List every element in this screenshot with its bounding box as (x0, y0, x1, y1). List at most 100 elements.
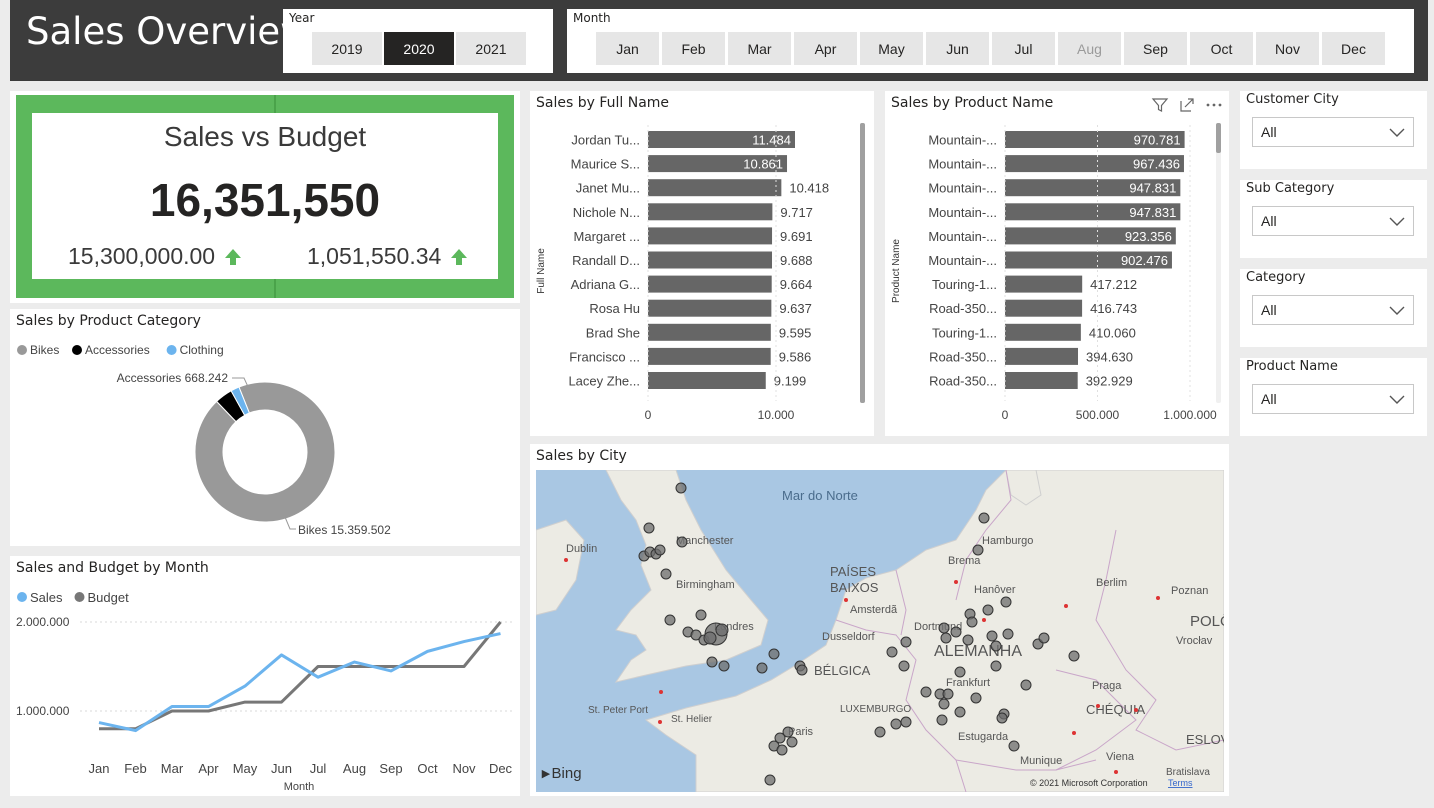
bar[interactable] (648, 227, 773, 245)
city-bubble[interactable] (886, 646, 898, 658)
city-bubble[interactable] (660, 568, 672, 580)
city-bubble[interactable] (982, 604, 994, 616)
month-tile-nov[interactable]: Nov (1256, 32, 1319, 65)
year-tile-2019[interactable]: 2019 (312, 32, 382, 65)
map[interactable]: Mar do NorteDublinManchesterBirminghamLo… (536, 470, 1224, 792)
scrollbar[interactable] (1216, 123, 1221, 403)
city-bubble[interactable] (990, 640, 1002, 652)
city-bubble[interactable] (970, 692, 982, 704)
city-bubble[interactable] (978, 512, 990, 524)
city-bubble[interactable] (768, 648, 780, 660)
year-tile-2020[interactable]: 2020 (384, 32, 454, 65)
month-tile-jul[interactable]: Jul (992, 32, 1055, 65)
bar[interactable] (1005, 275, 1083, 293)
sales-by-city-visual[interactable]: Sales by City Mar do Norte Dublin Manchest… (530, 444, 1229, 796)
city-bubble[interactable] (942, 688, 954, 700)
bar[interactable] (648, 275, 772, 293)
bar[interactable] (648, 251, 773, 269)
filter-dropdown[interactable]: All (1252, 117, 1414, 147)
city-bubble[interactable] (938, 698, 950, 710)
filter-dropdown[interactable]: All (1252, 206, 1414, 236)
city-bubble[interactable] (664, 614, 676, 626)
bar[interactable] (648, 323, 771, 341)
city-bubble[interactable] (786, 736, 798, 748)
year-tile-2021[interactable]: 2021 (456, 32, 526, 65)
city-bubble[interactable] (782, 726, 794, 738)
month-tile-sep[interactable]: Sep (1124, 32, 1187, 65)
city-bubble[interactable] (643, 522, 655, 534)
city-bubble[interactable] (706, 656, 718, 668)
bar[interactable] (1005, 299, 1083, 317)
city-bubble[interactable] (764, 774, 776, 786)
city-bubble[interactable] (718, 660, 730, 672)
bar[interactable] (648, 299, 772, 317)
city-bubble[interactable] (966, 616, 978, 628)
bar[interactable] (1005, 372, 1078, 389)
month-tile-aug[interactable]: Aug (1058, 32, 1121, 65)
city-bubble[interactable] (796, 664, 808, 676)
scrollbar-thumb[interactable] (1216, 123, 1221, 153)
bar[interactable] (648, 203, 773, 221)
city-bubble[interactable] (715, 623, 729, 637)
city-bubble[interactable] (900, 636, 912, 648)
month-tile-jun[interactable]: Jun (926, 32, 989, 65)
city-bubble[interactable] (675, 482, 687, 494)
filter-dropdown[interactable]: All (1252, 295, 1414, 325)
city-bubble[interactable] (874, 726, 886, 738)
month-tile-feb[interactable]: Feb (662, 32, 725, 65)
legend-item[interactable]: Clothing (180, 343, 224, 357)
city-bubble[interactable] (938, 622, 950, 634)
city-bubble[interactable] (986, 630, 998, 642)
bar[interactable] (648, 179, 782, 197)
month-tile-mar[interactable]: Mar (728, 32, 791, 65)
city-bubble[interactable] (954, 706, 966, 718)
city-bubble[interactable] (776, 744, 788, 756)
city-bubble[interactable] (990, 660, 1002, 672)
city-bubble[interactable] (900, 716, 912, 728)
legend-item[interactable]: Budget (88, 590, 130, 605)
bar[interactable] (1005, 347, 1079, 365)
city-bubble[interactable] (1002, 628, 1014, 640)
city-bubble[interactable] (890, 718, 902, 730)
sales-by-category-visual[interactable]: Sales by Product Category Bikes Accessori… (10, 309, 520, 546)
city-bubble[interactable] (1038, 632, 1050, 644)
city-bubble[interactable] (1068, 650, 1080, 662)
donut-slice[interactable] (194, 381, 336, 523)
bar[interactable] (648, 347, 771, 365)
city-bubble[interactable] (676, 536, 688, 548)
city-bubble[interactable] (962, 634, 974, 646)
bar[interactable] (648, 372, 766, 389)
city-bubble[interactable] (654, 544, 666, 556)
city-bubble[interactable] (940, 632, 952, 644)
city-bubble[interactable] (695, 609, 707, 621)
month-tile-oct[interactable]: Oct (1190, 32, 1253, 65)
city-bubble[interactable] (996, 712, 1008, 724)
city-bubble[interactable] (954, 666, 966, 678)
filter-dropdown[interactable]: All (1252, 384, 1414, 414)
city-bubble[interactable] (1000, 596, 1012, 608)
legend-item[interactable]: Accessories (85, 343, 150, 357)
series-line-budget[interactable] (99, 621, 502, 731)
legend-item[interactable]: Bikes (30, 343, 59, 357)
city-bubble[interactable] (898, 660, 910, 672)
city-bubble[interactable] (1008, 740, 1020, 752)
map-terms-link[interactable]: Terms (1168, 778, 1193, 788)
sales-budget-month-visual[interactable]: Sales and Budget by Month Sales Budget 1.0… (10, 556, 520, 796)
month-tile-apr[interactable]: Apr (794, 32, 857, 65)
city-bubble[interactable] (936, 714, 948, 726)
city-bubble[interactable] (756, 662, 768, 674)
month-tile-dec[interactable]: Dec (1322, 32, 1385, 65)
month-tile-may[interactable]: May (860, 32, 923, 65)
city-bubble[interactable] (972, 544, 984, 556)
scrollbar-thumb[interactable] (860, 123, 865, 403)
city-bubble[interactable] (920, 686, 932, 698)
sales-by-product-visual[interactable]: Sales by Product Name Product Name Mounta… (885, 91, 1229, 436)
series-line-sales[interactable] (98, 632, 501, 733)
city-bubble[interactable] (950, 626, 962, 638)
sales-by-fullname-visual[interactable]: Sales by Full Name Full Name Jordan Tu...… (530, 91, 874, 436)
city-bubble[interactable] (1020, 679, 1032, 691)
month-tile-jan[interactable]: Jan (596, 32, 659, 65)
bar[interactable] (1005, 323, 1081, 341)
city-bubble[interactable] (703, 631, 717, 645)
legend-item[interactable]: Sales (30, 590, 63, 605)
